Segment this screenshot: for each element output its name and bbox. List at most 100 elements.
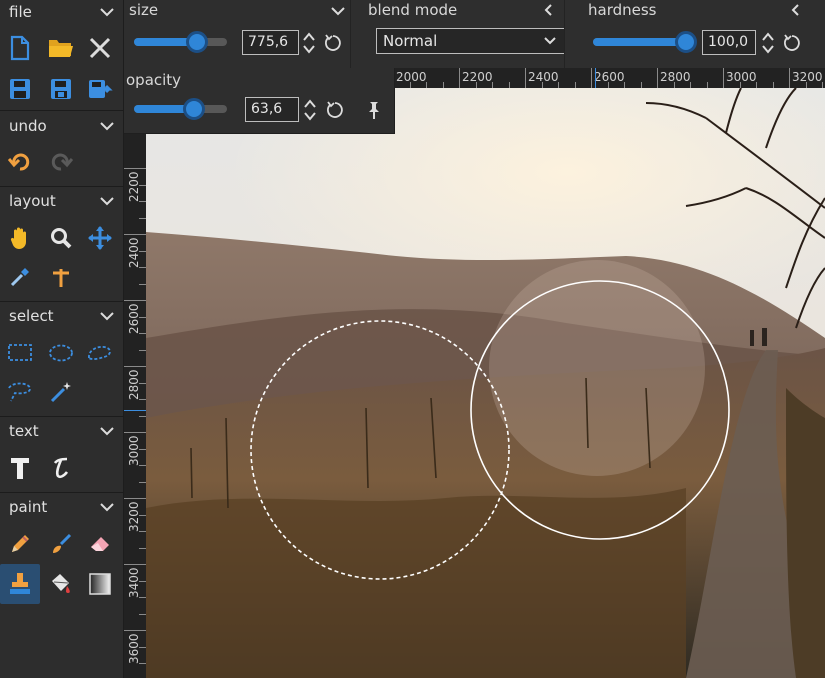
chevron-down-icon[interactable] (330, 4, 346, 18)
ruler-minor-tick (139, 597, 146, 598)
chevron-down-icon[interactable] (98, 119, 116, 133)
size-label: size (129, 1, 159, 19)
spin-arrows-icon[interactable] (761, 30, 775, 56)
ruler-minor-tick (139, 547, 146, 549)
clone-stamp-icon[interactable] (0, 564, 40, 604)
undo-section-header[interactable]: undo (0, 114, 124, 138)
crop-icon[interactable] (43, 259, 79, 295)
opacity-slider[interactable] (134, 98, 227, 120)
size-slider-handle[interactable] (186, 31, 208, 53)
opacity-slider-handle[interactable] (183, 98, 205, 120)
ruler-tick (124, 366, 146, 367)
layout-section: layout (0, 189, 124, 213)
text-icon[interactable] (2, 450, 38, 486)
gradient-icon[interactable] (82, 566, 118, 602)
lasso-icon[interactable] (82, 335, 118, 371)
paint-section-header[interactable]: paint (0, 495, 124, 519)
text-italic-icon[interactable] (43, 450, 79, 486)
spin-arrows-icon[interactable] (303, 97, 317, 123)
save-as-icon[interactable] (43, 71, 79, 107)
magnifier-icon[interactable] (43, 220, 79, 256)
ruler-tick (124, 630, 146, 631)
divider (564, 0, 565, 68)
chevron-down-icon[interactable] (98, 309, 116, 323)
ruler-label: 3400 (127, 567, 141, 598)
redo-icon[interactable] (43, 144, 79, 180)
ruler-minor-tick (139, 382, 146, 384)
eraser-icon[interactable] (82, 526, 118, 562)
hardness-slider[interactable] (593, 31, 697, 53)
reset-icon[interactable] (782, 33, 802, 53)
open-folder-icon[interactable] (43, 30, 79, 66)
hardness-value-input[interactable]: 100,0 (702, 30, 756, 55)
opacity-panel: opacity 63,6 (124, 68, 395, 134)
ruler-label: 2200 (462, 70, 493, 84)
ruler-label: 3000 (127, 435, 141, 466)
ruler-tick (124, 432, 146, 433)
left-toolbar: file undo layout select text paint (0, 0, 124, 678)
opacity-value-input[interactable]: 63,6 (245, 97, 299, 122)
spin-arrows-icon[interactable] (302, 30, 316, 56)
pin-icon[interactable] (364, 100, 384, 120)
hardness-label: hardness (588, 1, 657, 19)
ruler-minor-tick (139, 349, 146, 351)
ellipse-select-icon[interactable] (43, 335, 79, 371)
reset-icon[interactable] (325, 100, 345, 120)
ruler-label: 2200 (127, 171, 141, 202)
divider (0, 186, 124, 187)
layout-section-header[interactable]: layout (0, 189, 124, 213)
magic-wand-icon[interactable] (43, 374, 79, 410)
ruler-tick (459, 68, 460, 88)
ruler-minor-tick (139, 250, 146, 252)
text-section-header[interactable]: text (0, 419, 124, 443)
eyedropper-icon[interactable] (2, 259, 38, 295)
ruler-tick (723, 68, 724, 88)
size-slider[interactable] (134, 31, 227, 53)
divider (0, 301, 124, 302)
ruler-tick (591, 68, 592, 88)
ruler-tick (124, 168, 146, 169)
pencil-icon[interactable] (2, 526, 38, 562)
hand-icon[interactable] (2, 220, 38, 256)
ruler-tick (124, 498, 146, 499)
file-section: file (0, 0, 124, 24)
size-value-input[interactable]: 775,6 (242, 30, 299, 55)
move-icon[interactable] (82, 220, 118, 256)
chevron-down-icon[interactable] (98, 424, 116, 438)
select-section-header[interactable]: select (0, 304, 124, 328)
new-file-icon[interactable] (2, 30, 38, 66)
ruler-minor-tick (139, 415, 146, 417)
paint-bucket-icon[interactable] (43, 566, 79, 602)
blend-mode-label: blend mode (368, 1, 458, 19)
ruler-label: 2400 (127, 237, 141, 268)
brush-icon[interactable] (43, 526, 79, 562)
close-icon[interactable] (82, 30, 118, 66)
ruler-minor-tick (139, 531, 146, 532)
blend-mode-select[interactable]: Normal (376, 28, 565, 54)
chevron-left-icon[interactable] (791, 3, 801, 17)
save-icon[interactable] (2, 71, 38, 107)
polygon-lasso-icon[interactable] (2, 374, 38, 410)
text-section-label: text (9, 422, 39, 440)
ruler-label: 2800 (127, 369, 141, 400)
ruler-minor-tick (139, 448, 146, 450)
reset-icon[interactable] (323, 33, 343, 53)
export-icon[interactable] (82, 71, 118, 107)
paint-section-label: paint (9, 498, 48, 516)
ruler-label: 2000 (396, 70, 427, 84)
hardness-slider-handle[interactable] (675, 31, 697, 53)
ruler-minor-tick (139, 267, 146, 268)
file-section-header[interactable]: file (0, 0, 124, 24)
ruler-tick (657, 68, 658, 88)
vertical-ruler: 2200 2400 2600 2800 3000 3200 3400 3600 (124, 134, 146, 678)
blend-mode-selected: Normal (383, 32, 438, 50)
chevron-left-icon[interactable] (544, 3, 554, 17)
undo-icon[interactable] (2, 144, 38, 180)
image-canvas[interactable] (146, 88, 825, 678)
rectangle-select-icon[interactable] (2, 335, 38, 371)
ruler-tick (124, 234, 146, 235)
chevron-down-icon[interactable] (98, 500, 116, 514)
divider (350, 0, 351, 68)
chevron-down-icon[interactable] (98, 194, 116, 208)
chevron-down-icon[interactable] (98, 5, 116, 19)
